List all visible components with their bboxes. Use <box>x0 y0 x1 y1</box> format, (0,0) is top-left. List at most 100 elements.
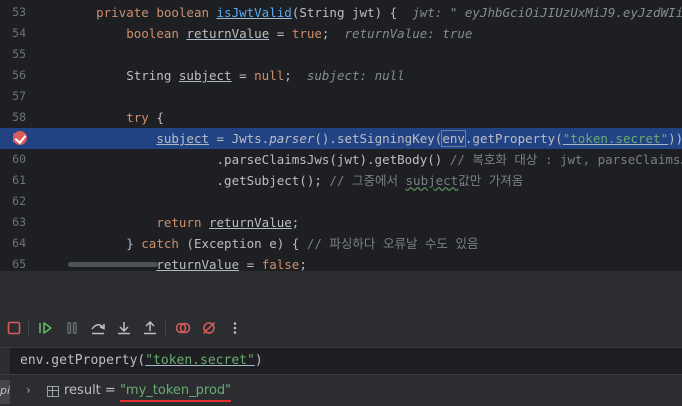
line-number[interactable]: 58 <box>0 107 26 128</box>
step-over-icon[interactable] <box>88 318 108 338</box>
code-editor[interactable]: 53 private boolean isJwtValid(String jwt… <box>0 0 682 271</box>
line-number[interactable]: 56 <box>0 65 26 86</box>
expression-suffix: ) <box>254 353 263 368</box>
code-token: null <box>254 68 285 83</box>
code-line[interactable]: 56 String subject = null; subject: null <box>0 65 682 86</box>
horizontal-scrollbar[interactable] <box>68 262 158 267</box>
left-tab-label: pi <box>0 384 11 397</box>
code-token: env <box>441 130 466 147</box>
code-line[interactable]: 63 return returnValue; <box>0 212 682 233</box>
stop-icon[interactable] <box>4 318 24 338</box>
code-token: boolean <box>126 26 187 41</box>
code-token: .parseClaimsJws(jwt).getBody() <box>66 152 450 167</box>
code-token: returnValue <box>156 257 240 271</box>
line-number[interactable]: 57 <box>0 86 26 107</box>
code-token: String <box>66 68 179 83</box>
code-token: (Exception e) { <box>178 236 307 251</box>
code-line[interactable]: 61 .getSubject(); // 그중에서 subject값만 가져옴 <box>0 170 682 191</box>
evaluate-expression-field[interactable]: env.getProperty("token.secret") <box>0 347 682 375</box>
code-token: isJwtValid <box>216 5 292 20</box>
code-token: subject <box>156 131 209 146</box>
evaluate-gutter <box>0 348 10 374</box>
code-token: = <box>239 257 262 271</box>
code-token: private boolean <box>96 5 217 20</box>
code-token: subject: null <box>306 68 405 83</box>
line-number[interactable]: 55 <box>0 44 26 65</box>
line-code: String subject = null; subject: null <box>66 65 405 86</box>
line-number[interactable]: 61 <box>0 170 26 191</box>
line-code: private boolean isJwtValid(String jwt) {… <box>66 2 682 23</box>
code-token: parser <box>269 131 315 146</box>
code-token: returnValue <box>209 215 292 230</box>
code-token: ; <box>299 257 307 271</box>
code-line[interactable]: 62 <box>0 191 682 212</box>
expression-string: "token.secret" <box>145 353 255 368</box>
line-code: boolean returnValue = true; returnValue:… <box>66 23 472 44</box>
resume-icon[interactable] <box>36 318 56 338</box>
line-number[interactable]: 63 <box>0 212 26 233</box>
debug-toolbar <box>0 316 682 342</box>
code-token: )) <box>668 131 682 146</box>
code-token: returnValue <box>186 26 270 41</box>
line-number[interactable]: 64 <box>0 233 26 254</box>
debug-panel: env.getProperty("token.secret") pi › res… <box>0 272 682 406</box>
code-token: // 파싱하다 오류날 수도 있음 <box>306 236 479 251</box>
line-code: try { <box>66 107 164 128</box>
code-token: true <box>291 26 322 41</box>
expression-text[interactable]: env.getProperty("token.secret") <box>20 348 263 374</box>
line-code: } catch (Exception e) { // 파싱하다 오류날 수도 있… <box>66 233 479 254</box>
code-token: (String jwt) { <box>291 5 413 20</box>
code-token: = <box>231 68 255 83</box>
result-row[interactable]: pi › result = "my_token_prod" <box>0 380 682 404</box>
code-token: // 복호화 대상 : jwt, parseClaimsJws: S <box>449 152 682 167</box>
result-text: result = "my_token_prod" <box>64 380 231 402</box>
code-token: "token.secret" <box>562 131 669 146</box>
line-number[interactable]: 62 <box>0 191 26 212</box>
result-value: "my_token_prod" <box>119 383 232 398</box>
code-token: .getSubject(); <box>66 173 330 188</box>
code-token: ; <box>284 68 307 83</box>
pause-icon[interactable] <box>62 318 82 338</box>
code-line-current[interactable]: 59 subject = Jwts.parser().setSigningKey… <box>0 128 682 149</box>
line-code: subject = Jwts.parser().setSigningKey(en… <box>66 128 682 149</box>
object-icon <box>47 386 59 397</box>
line-code: return returnValue; <box>66 212 299 233</box>
line-number[interactable]: 60 <box>0 149 26 170</box>
code-token: { <box>148 110 164 125</box>
step-out-icon[interactable] <box>140 318 160 338</box>
code-line[interactable]: 55 <box>0 44 682 65</box>
code-line[interactable]: 58 try { <box>0 107 682 128</box>
code-line[interactable]: 64 } catch (Exception e) { // 파싱하다 오류날 수… <box>0 233 682 254</box>
code-line[interactable]: 54 boolean returnValue = true; returnVal… <box>0 23 682 44</box>
code-token: false <box>261 257 300 271</box>
code-token: jwt: " eyJhbGciOiJIUzUxMiJ9.eyJzdWIiOiJi… <box>412 5 682 20</box>
code-token: try <box>126 110 149 125</box>
code-token: catch <box>141 236 179 251</box>
toolbar-separator <box>165 321 166 337</box>
code-token: .getProperty( <box>464 131 563 146</box>
view-breakpoints-icon[interactable] <box>173 318 193 338</box>
code-token: ; <box>291 215 300 230</box>
expand-chevron-icon[interactable]: › <box>26 383 31 397</box>
code-token: subject <box>405 173 459 188</box>
line-number[interactable]: 65 <box>0 254 26 271</box>
toolbar-separator <box>28 321 29 337</box>
code-token: = Jwts. <box>209 131 270 146</box>
code-token: ; <box>321 26 345 41</box>
code-line[interactable]: 53 private boolean isJwtValid(String jwt… <box>0 2 682 23</box>
code-token: ().setSigningKey( <box>314 131 443 146</box>
line-number[interactable]: 54 <box>0 23 26 44</box>
code-token: = <box>269 26 292 41</box>
expression-prefix: env.getProperty( <box>20 353 146 368</box>
result-left-tab: pi <box>0 380 10 404</box>
more-options-icon[interactable] <box>225 318 245 338</box>
code-line[interactable]: 60 .parseClaimsJws(jwt).getBody() // 복호화… <box>0 149 682 170</box>
breakpoint-icon[interactable] <box>13 131 27 145</box>
step-into-icon[interactable] <box>114 318 134 338</box>
line-number[interactable]: 53 <box>0 2 26 23</box>
mute-breakpoints-icon[interactable] <box>199 318 219 338</box>
code-line[interactable]: 57 <box>0 86 682 107</box>
